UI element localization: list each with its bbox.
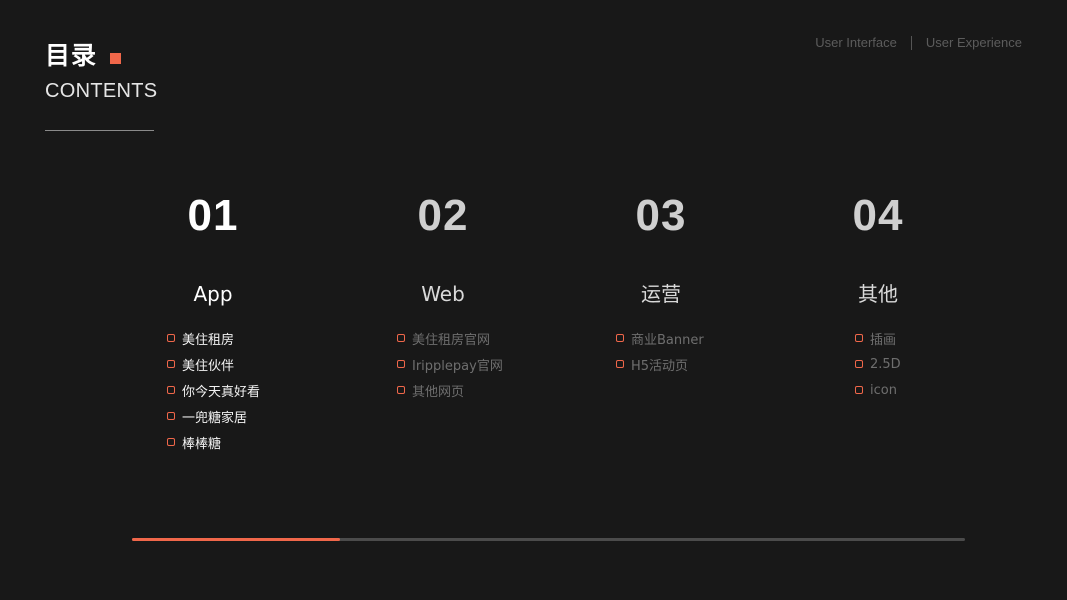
nav-separator xyxy=(910,35,912,50)
list-item[interactable]: H5活动页 xyxy=(616,351,781,377)
list-item-label: 其他网页 xyxy=(412,384,465,400)
list-item[interactable]: 一兜糖家居 xyxy=(167,403,333,429)
bullet-icon xyxy=(167,438,175,446)
list-item-label: 美住伙伴 xyxy=(182,358,235,374)
bullet-icon xyxy=(855,386,863,394)
section-number: 01 xyxy=(187,191,239,240)
list-item-label: 你今天真好看 xyxy=(182,384,261,400)
nav-user-experience[interactable]: User Experience xyxy=(926,35,1022,50)
list-item[interactable]: 2.5D xyxy=(855,351,998,377)
list-item[interactable]: 你今天真好看 xyxy=(167,377,333,403)
bullet-icon xyxy=(855,334,863,342)
bullet-icon xyxy=(167,334,175,342)
bullet-icon xyxy=(397,334,405,342)
list-item-label: 商业Banner xyxy=(631,332,704,348)
page-title: 目录 xyxy=(45,41,98,70)
list-item-label: 美住租房 xyxy=(182,332,235,348)
section-other[interactable]: 04 其他 插画 2.5D icon xyxy=(758,188,998,403)
list-item-label: icon xyxy=(870,382,897,398)
list-item-label: H5活动页 xyxy=(631,358,689,374)
list-item-label: 一兜糖家居 xyxy=(182,410,248,426)
list-item[interactable]: 美住租房 xyxy=(167,325,333,351)
title-divider xyxy=(45,130,154,131)
list-item[interactable]: Iripplepay官网 xyxy=(397,351,563,377)
list-item[interactable]: icon xyxy=(855,377,998,403)
section-number: 03 xyxy=(635,191,687,240)
section-heading: App xyxy=(193,282,233,306)
section-app[interactable]: 01 App 美住租房 美住伙伴 你今天真好看 一兜糖家居 棒棒糖 xyxy=(93,188,333,455)
list-item[interactable]: 美住租房官网 xyxy=(397,325,563,351)
top-nav: User Interface User Experience xyxy=(815,35,1022,50)
bullet-icon xyxy=(616,334,624,342)
progress-track[interactable] xyxy=(132,538,965,541)
section-number: 04 xyxy=(852,191,904,240)
list-item[interactable]: 其他网页 xyxy=(397,377,563,403)
list-item[interactable]: 美住伙伴 xyxy=(167,351,333,377)
section-heading: Web xyxy=(421,282,465,306)
bullet-icon xyxy=(167,360,175,368)
section-operations[interactable]: 03 运营 商业Banner H5活动页 xyxy=(541,188,781,377)
list-item[interactable]: 插画 xyxy=(855,325,998,351)
section-heading: 其他 xyxy=(858,282,898,306)
bullet-icon xyxy=(616,360,624,368)
list-item-label: Iripplepay官网 xyxy=(412,358,503,374)
bullet-icon xyxy=(167,412,175,420)
list-item-label: 美住租房官网 xyxy=(412,332,491,348)
bullet-icon xyxy=(397,360,405,368)
list-item-label: 插画 xyxy=(870,332,897,348)
page-subtitle: CONTENTS xyxy=(45,80,158,102)
list-item[interactable]: 棒棒糖 xyxy=(167,429,333,455)
list-item[interactable]: 商业Banner xyxy=(616,325,781,351)
bullet-icon xyxy=(167,386,175,394)
list-item-label: 棒棒糖 xyxy=(182,436,222,452)
section-heading: 运营 xyxy=(641,282,681,306)
list-item-label: 2.5D xyxy=(870,356,901,372)
bullet-icon xyxy=(855,360,863,368)
progress-fill xyxy=(132,538,341,541)
nav-user-interface[interactable]: User Interface xyxy=(815,35,897,50)
section-web[interactable]: 02 Web 美住租房官网 Iripplepay官网 其他网页 xyxy=(323,188,563,403)
section-number: 02 xyxy=(417,191,469,240)
title-accent-square xyxy=(110,53,121,64)
bullet-icon xyxy=(397,386,405,394)
